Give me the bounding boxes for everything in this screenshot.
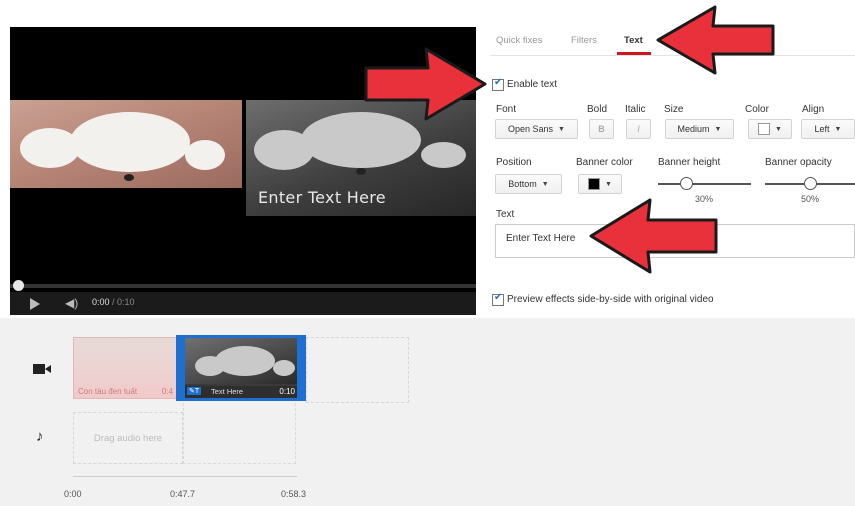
text-label: Text <box>496 209 515 220</box>
tab-text[interactable]: Text <box>624 35 643 46</box>
align-label: Align <box>802 104 825 115</box>
player-controls: ◀) 0:00 / 0:10 <box>10 292 476 315</box>
timeline-clip-1[interactable]: Con tàu đen tuất 0:4 <box>73 337 177 399</box>
clip-info-bar: ✎T Text Here 0:10 <box>185 386 297 398</box>
bold-label: Bold <box>587 104 608 115</box>
banner-color-select[interactable]: ▼ <box>578 174 622 194</box>
enable-text-label: Enable text <box>507 79 558 90</box>
banner-color-label: Banner color <box>576 157 633 168</box>
font-label: Font <box>496 104 517 115</box>
banner-height-label: Banner height <box>658 157 721 168</box>
seek-bar[interactable] <box>10 280 476 291</box>
tick-label: 0:58.3 <box>281 489 307 499</box>
time-display: 0:00 / 0:10 <box>92 297 135 307</box>
banner-opacity-value: 50% <box>801 194 820 204</box>
clip-trim-handle-right[interactable] <box>297 338 303 398</box>
text-effect-badge-icon: ✎T <box>187 387 202 395</box>
audio-track-icon: ♪ <box>36 428 44 445</box>
empty-video-slot <box>306 337 409 403</box>
audio-drop-zone-extension <box>183 403 296 464</box>
preview-side-by-side-checkbox[interactable] <box>492 292 504 306</box>
enable-text-checkbox[interactable] <box>492 77 504 91</box>
original-video-frame <box>10 100 242 188</box>
bold-button[interactable]: B <box>589 119 614 139</box>
volume-icon[interactable]: ◀) <box>65 296 78 310</box>
font-select[interactable]: Open Sans ▼ <box>495 119 578 139</box>
timeline-ruler <box>73 476 297 477</box>
tab-filters[interactable]: Filters <box>571 35 597 46</box>
audio-drop-zone[interactable]: Drag audio here <box>73 412 183 464</box>
italic-label: Italic <box>625 104 646 115</box>
annotation-arrow-to-text-field <box>589 198 718 274</box>
play-icon[interactable] <box>30 298 40 310</box>
text-color-swatch <box>758 123 771 135</box>
annotation-arrow-to-text-tab <box>656 5 775 75</box>
overlay-text: Enter Text Here <box>258 188 386 207</box>
size-label: Size <box>664 104 684 115</box>
align-select[interactable]: Left ▼ <box>801 119 855 139</box>
banner-color-swatch <box>588 178 601 190</box>
video-track-icon <box>33 364 45 374</box>
size-select[interactable]: Medium ▼ <box>665 119 734 139</box>
color-select[interactable]: ▼ <box>748 119 792 139</box>
color-label: Color <box>745 104 769 115</box>
seek-handle[interactable] <box>13 280 24 291</box>
timeline-clip-selected[interactable]: ✎T Text Here 0:10 <box>176 335 306 401</box>
banner-opacity-handle[interactable] <box>804 177 817 190</box>
video-track-icon-lens <box>45 365 51 373</box>
position-select[interactable]: Bottom ▼ <box>495 174 562 194</box>
banner-height-slider[interactable] <box>658 183 751 185</box>
banner-opacity-label: Banner opacity <box>765 157 832 168</box>
position-label: Position <box>496 157 532 168</box>
banner-height-handle[interactable] <box>679 177 693 190</box>
annotation-arrow-to-enable-text <box>364 47 487 121</box>
tick-label: 0:00 <box>64 489 82 499</box>
preview-side-by-side-label: Preview effects side-by-side with origin… <box>507 294 714 305</box>
tab-quick-fixes[interactable]: Quick fixes <box>496 35 542 46</box>
clip-thumbnail <box>185 338 297 384</box>
tick-label: 0:47.7 <box>170 489 196 499</box>
italic-button[interactable]: I <box>626 119 651 139</box>
